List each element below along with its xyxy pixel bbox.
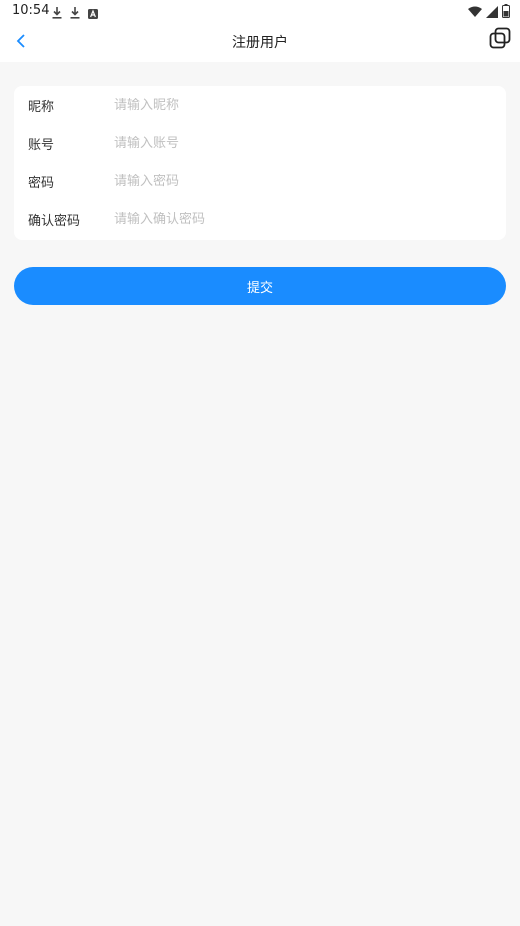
password-input[interactable] bbox=[114, 173, 492, 189]
account-input[interactable] bbox=[114, 135, 492, 151]
download-icon bbox=[70, 4, 80, 23]
register-form: 昵称 账号 密码 确认密码 bbox=[14, 86, 506, 240]
download-icon bbox=[52, 4, 62, 23]
submit-button[interactable]: 提交 bbox=[14, 267, 506, 305]
form-row-password: 密码 bbox=[14, 162, 506, 200]
password-label: 密码 bbox=[28, 175, 55, 191]
nickname-label: 昵称 bbox=[28, 99, 55, 115]
a-box-icon bbox=[88, 4, 98, 23]
wifi-icon bbox=[468, 3, 482, 22]
status-icons-left bbox=[52, 4, 98, 23]
form-row-confirm-password: 确认密码 bbox=[14, 200, 506, 238]
status-bar: 10:54 bbox=[0, 0, 520, 22]
nav-bar: 注册用户 bbox=[0, 22, 520, 62]
status-time: 10:54 bbox=[12, 3, 50, 18]
page-title: 注册用户 bbox=[232, 35, 288, 51]
status-icons-right bbox=[468, 3, 510, 22]
window-switch-button[interactable] bbox=[488, 27, 512, 53]
form-row-account: 账号 bbox=[14, 124, 506, 162]
form-row-nickname: 昵称 bbox=[14, 86, 506, 124]
window-switch-icon bbox=[489, 27, 511, 53]
confirm-password-input[interactable] bbox=[114, 211, 492, 227]
signal-icon bbox=[486, 3, 498, 22]
confirm-password-label: 确认密码 bbox=[28, 213, 81, 229]
account-label: 账号 bbox=[28, 137, 55, 153]
nickname-input[interactable] bbox=[114, 97, 492, 113]
battery-icon bbox=[502, 3, 510, 22]
